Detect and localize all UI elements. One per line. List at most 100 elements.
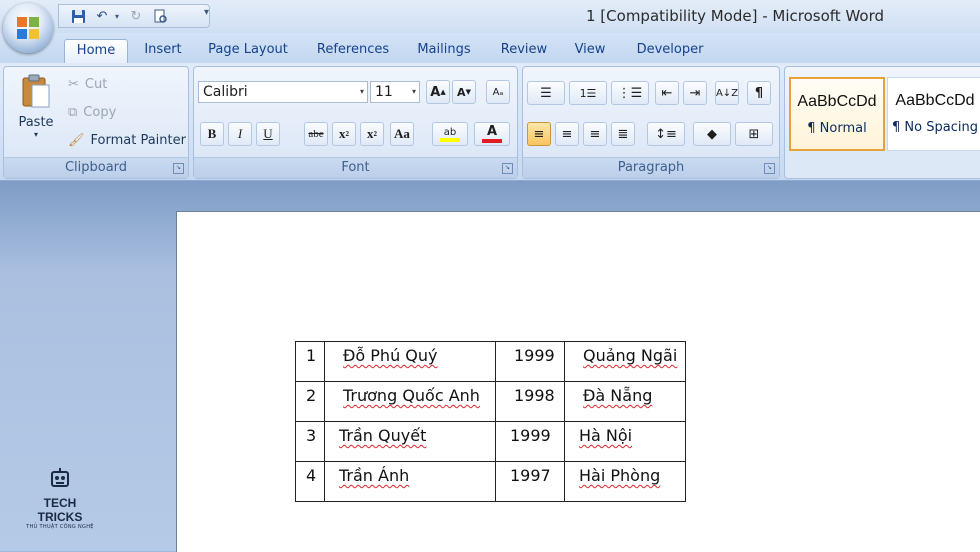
table-cell[interactable]: Hà Nội bbox=[564, 421, 686, 462]
decrease-indent-icon[interactable]: ⇤ bbox=[655, 81, 679, 105]
tab-mailings[interactable]: Mailings bbox=[410, 39, 478, 63]
quick-access-toolbar: ↶ ▾ ↻ bbox=[58, 4, 210, 28]
styles-group: AaBbCcDd ¶ Normal AaBbCcDd ¶ No Spacing bbox=[784, 66, 980, 179]
customize-toolbar-icon[interactable]: ▾ bbox=[204, 7, 209, 18]
highlight-icon[interactable]: ab bbox=[432, 122, 468, 146]
font-size-dropdown-icon: ▾ bbox=[411, 87, 416, 96]
paragraph-group-label: Paragraph bbox=[523, 157, 779, 178]
clear-formatting-icon[interactable]: Aₐ bbox=[486, 80, 510, 104]
undo-dropdown-icon[interactable]: ▾ bbox=[115, 12, 123, 21]
print-preview-icon[interactable] bbox=[149, 6, 171, 26]
align-left-icon[interactable]: ≡ bbox=[527, 122, 551, 146]
sort-icon[interactable]: A↓Z bbox=[715, 81, 739, 105]
change-case-icon[interactable]: Aa bbox=[390, 122, 414, 146]
justify-icon[interactable]: ≣ bbox=[611, 122, 635, 146]
format-painter-button[interactable]: 🖌 Format Painter bbox=[68, 130, 186, 152]
italic-icon[interactable]: I bbox=[228, 122, 252, 146]
table-row: 4 Trần Ánh 1997 Hài Phòng bbox=[295, 461, 686, 502]
bullets-icon[interactable]: ☰ bbox=[527, 81, 565, 105]
align-right-icon[interactable]: ≡ bbox=[583, 122, 607, 146]
paste-dropdown-icon[interactable]: ▾ bbox=[12, 130, 60, 139]
office-logo-icon bbox=[17, 17, 39, 39]
table-cell[interactable]: 1999 bbox=[495, 341, 565, 382]
tech-tricks-logo: TECH TRICKS THỦ THUẬT CÔNG NGHỆ bbox=[20, 468, 100, 530]
table-cell[interactable]: 2 bbox=[295, 381, 325, 422]
copy-label: Copy bbox=[83, 105, 117, 120]
table-cell[interactable]: Đỗ Phú Quý bbox=[324, 341, 496, 382]
clipboard-group: Paste ▾ ✂ Cut ⧉ Copy 🖌 Format Painter Cl… bbox=[3, 66, 189, 179]
style-normal[interactable]: AaBbCcDd ¶ Normal bbox=[789, 77, 885, 151]
brush-icon: 🖌 bbox=[68, 133, 85, 148]
style-no-spacing-name: ¶ No Spacing bbox=[892, 120, 978, 135]
paste-button[interactable]: Paste ▾ bbox=[12, 73, 60, 153]
cell-text: Hài Phòng bbox=[579, 466, 661, 485]
table-cell[interactable]: 4 bbox=[295, 461, 325, 502]
superscript-icon[interactable]: x2 bbox=[360, 122, 384, 146]
tab-home[interactable]: Home bbox=[64, 39, 128, 64]
style-no-spacing[interactable]: AaBbCcDd ¶ No Spacing bbox=[887, 77, 980, 151]
show-marks-icon[interactable]: ¶ bbox=[747, 81, 771, 105]
grow-font-icon[interactable]: A ▲ bbox=[426, 80, 450, 104]
subscript-icon[interactable]: x2 bbox=[332, 122, 356, 146]
tab-developer[interactable]: Developer bbox=[630, 39, 710, 63]
table-cell[interactable]: Hài Phòng bbox=[564, 461, 686, 502]
font-size-field[interactable]: 11 ▾ bbox=[370, 81, 420, 103]
underline-icon[interactable]: U bbox=[256, 122, 280, 146]
font-launcher-icon[interactable]: ↘ bbox=[502, 163, 513, 174]
clipboard-launcher-icon[interactable]: ↘ bbox=[173, 163, 184, 174]
font-size-value: 11 bbox=[375, 84, 393, 100]
line-spacing-icon[interactable]: ↕≡ bbox=[647, 122, 685, 146]
redo-icon[interactable]: ↻ bbox=[125, 6, 147, 26]
ribbon-tabs: Home Insert Page Layout References Maili… bbox=[0, 33, 980, 64]
align-center-icon[interactable]: ≡ bbox=[555, 122, 579, 146]
strikethrough-icon[interactable]: abe bbox=[304, 122, 328, 146]
borders-icon[interactable]: ⊞ bbox=[735, 122, 773, 146]
numbering-icon[interactable]: 1☰ bbox=[569, 81, 607, 105]
multilevel-list-icon[interactable]: ⋮☰ bbox=[611, 81, 649, 105]
table-cell[interactable]: 3 bbox=[295, 421, 325, 462]
font-group: Calibri ▾ 11 ▾ A ▲ A ▼ Aₐ B I U abe x2 x2 … bbox=[193, 66, 518, 179]
font-color-icon[interactable]: A bbox=[474, 122, 510, 146]
cell-text: Trương Quốc Anh bbox=[343, 386, 480, 405]
scissors-icon: ✂ bbox=[68, 77, 79, 92]
bold-icon[interactable]: B bbox=[200, 122, 224, 146]
shrink-font-icon[interactable]: A ▼ bbox=[452, 80, 476, 104]
ribbon: Paste ▾ ✂ Cut ⧉ Copy 🖌 Format Painter Cl… bbox=[0, 63, 980, 181]
font-name-field[interactable]: Calibri ▾ bbox=[198, 81, 368, 103]
table-cell[interactable]: 1999 bbox=[495, 421, 565, 462]
paragraph-launcher-icon[interactable]: ↘ bbox=[764, 163, 775, 174]
undo-icon[interactable]: ↶ bbox=[91, 6, 113, 26]
shading-icon[interactable]: ◆ bbox=[693, 122, 731, 146]
style-normal-sample: AaBbCcDd bbox=[797, 93, 877, 110]
table-cell[interactable]: Trương Quốc Anh bbox=[324, 381, 496, 422]
tab-page-layout[interactable]: Page Layout bbox=[204, 39, 292, 63]
table-cell[interactable]: Quảng Ngãi bbox=[564, 341, 686, 382]
table-cell[interactable]: Đà Nẵng bbox=[564, 381, 686, 422]
copy-button[interactable]: ⧉ Copy bbox=[68, 102, 116, 124]
style-no-spacing-sample: AaBbCcDd bbox=[895, 92, 975, 109]
table-cell[interactable]: 1998 bbox=[495, 381, 565, 422]
clipboard-group-label: Clipboard bbox=[4, 157, 188, 178]
paste-icon bbox=[22, 74, 50, 108]
logo-subtitle: THỦ THUẬT CÔNG NGHỆ bbox=[26, 524, 94, 530]
cut-button[interactable]: ✂ Cut bbox=[68, 74, 107, 96]
paste-label: Paste bbox=[18, 115, 54, 130]
logo-title: TECH TRICKS bbox=[37, 496, 83, 524]
cell-text: Trần Ánh bbox=[339, 466, 410, 485]
increase-indent-icon[interactable]: ⇥ bbox=[683, 81, 707, 105]
document-table[interactable]: 1 Đỗ Phú Quý 1999 Quảng Ngãi 2 Trương Qu… bbox=[295, 341, 686, 502]
table-cell[interactable]: 1 bbox=[295, 341, 325, 382]
tab-view[interactable]: View bbox=[568, 39, 612, 63]
font-name-dropdown-icon: ▾ bbox=[359, 87, 364, 96]
tab-insert[interactable]: Insert bbox=[138, 39, 188, 63]
table-cell[interactable]: Trần Quyết bbox=[324, 421, 496, 462]
font-group-label: Font bbox=[194, 157, 517, 178]
table-row: 1 Đỗ Phú Quý 1999 Quảng Ngãi bbox=[295, 341, 686, 382]
tab-references[interactable]: References bbox=[312, 39, 394, 63]
table-cell[interactable]: 1997 bbox=[495, 461, 565, 502]
office-button[interactable] bbox=[3, 3, 53, 53]
save-icon[interactable] bbox=[67, 6, 89, 26]
cell-text: Trần Quyết bbox=[339, 426, 427, 445]
table-cell[interactable]: Trần Ánh bbox=[324, 461, 496, 502]
tab-review[interactable]: Review bbox=[496, 39, 552, 63]
